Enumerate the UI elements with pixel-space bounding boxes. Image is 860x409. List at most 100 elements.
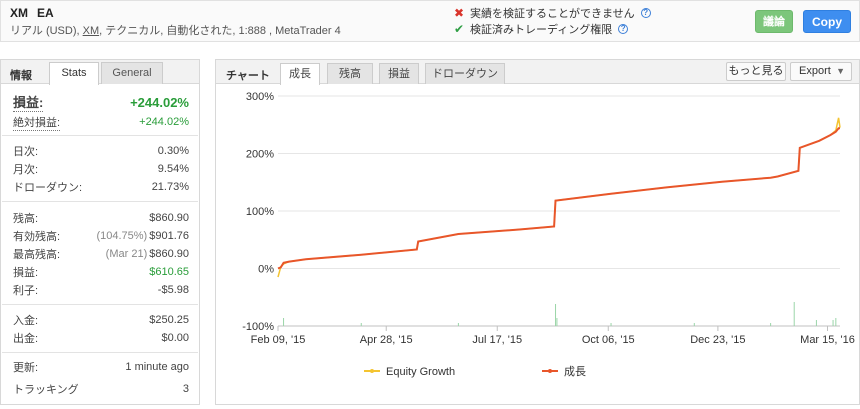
stat-gain: 損益: +244.02% xyxy=(13,92,189,112)
export-label: Export xyxy=(799,65,831,77)
stat-label: 更新: xyxy=(13,362,39,374)
account-name: XM xyxy=(10,6,28,20)
tab-general[interactable]: General xyxy=(101,62,163,84)
stat-label: 残高: xyxy=(13,213,39,225)
stat-label: 有効残高: xyxy=(13,231,61,243)
x-tick-label: Dec 23, '15 xyxy=(690,334,745,346)
stat-value: +244.02% xyxy=(139,116,189,128)
stat-value: 3 xyxy=(182,383,189,395)
divider xyxy=(2,201,198,202)
stat-value: $0.00 xyxy=(161,332,189,344)
chevron-down-icon: ▼ xyxy=(836,66,845,76)
growth-chart: 300% 200% 100% 0% -100% Feb 09, '15 Apr 28, '… xyxy=(242,91,855,378)
account-system-name: EA xyxy=(37,6,54,20)
stat-balance: 残高: $860.90 xyxy=(13,210,189,226)
stat-prefix: (Mar 21) xyxy=(105,248,148,260)
verification-status: ✖ 実績を検証することができません ? ✔ 検証済みトレーディング権限 ? xyxy=(453,5,651,37)
tab-drawdown[interactable]: ドローダウン xyxy=(425,63,505,84)
y-tick-label: 300% xyxy=(246,91,274,103)
divider xyxy=(2,352,198,353)
legend-label: Equity Growth xyxy=(386,366,455,378)
info-title: 情報 xyxy=(10,70,32,82)
stat-highest: 最高残高: (Mar 21) $860.90 xyxy=(13,246,189,262)
x-tick-label: Mar 15, '16 xyxy=(800,334,855,346)
stat-prefix: (104.75%) xyxy=(96,230,148,242)
track-record-label: 実績を検証することができません xyxy=(470,8,635,20)
discuss-button[interactable]: 議論 xyxy=(755,10,793,33)
legend-label: 成長 xyxy=(564,365,586,378)
stat-abs-gain: 絶対損益: +244.02% xyxy=(13,114,189,131)
legend-marker xyxy=(370,369,374,373)
y-tick-label: 0% xyxy=(258,264,274,276)
stat-value: $860.90 xyxy=(149,212,189,224)
tab-profit[interactable]: 損益 xyxy=(379,63,419,84)
check-icon: ✔ xyxy=(453,22,465,36)
stat-label: 損益: xyxy=(13,92,44,112)
stat-deposits: 入金: $250.25 xyxy=(13,312,189,328)
trading-privileges-label: 検証済みトレーディング権限 xyxy=(470,24,613,36)
stat-value: 21.73% xyxy=(151,181,189,193)
chart-panel: チャート 成長 残高 損益 ドローダウン もっと見る Export ▼ 300%… xyxy=(215,59,860,405)
stat-value: $610.65 xyxy=(149,266,189,278)
stat-label: ドローダウン: xyxy=(13,182,83,194)
stat-label: 月次: xyxy=(13,164,39,176)
account-details: , テクニカル, 自動化された, 1:888 , MetaTrader 4 xyxy=(99,25,341,37)
stat-label: 利子: xyxy=(13,285,39,297)
stat-value: -$5.98 xyxy=(157,284,189,296)
stat-tracking: トラッキング 3 xyxy=(13,381,189,397)
tab-balance[interactable]: 残高 xyxy=(327,63,373,84)
stats-panel: 情報 Stats General 損益: +244.02% 絶対損益: +244… xyxy=(0,59,200,405)
series-line-equity xyxy=(277,117,841,278)
stat-value: $250.25 xyxy=(149,314,189,326)
x-tick-label: Apr 28, '15 xyxy=(360,334,413,346)
stat-equity: 有効残高: (104.75%) $901.76 xyxy=(13,228,189,244)
help-icon[interactable]: ? xyxy=(618,24,629,34)
tab-growth[interactable]: 成長 xyxy=(280,63,320,85)
broker-link[interactable]: XM xyxy=(83,25,100,37)
stat-value: 0.30% xyxy=(157,145,189,157)
stat-value: $901.76 xyxy=(149,230,189,242)
stat-monthly: 月次: 9.54% xyxy=(13,161,189,177)
stat-drawdown: ドローダウン: 21.73% xyxy=(13,179,189,195)
stat-withdrawals: 出金: $0.00 xyxy=(13,330,189,346)
divider xyxy=(2,304,198,305)
stat-interest: 利子: -$5.98 xyxy=(13,282,189,298)
stat-label: 絶対損益: xyxy=(13,114,61,131)
x-tick-label: Jul 17, '15 xyxy=(472,334,522,346)
stat-value: 1 minute ago xyxy=(125,361,189,373)
chart-tabs: チャート 成長 残高 損益 ドローダウン もっと見る Export ▼ xyxy=(216,60,859,85)
divider xyxy=(2,135,198,136)
stat-label: 出金: xyxy=(13,333,39,345)
stat-updated: 更新: 1 minute ago xyxy=(13,359,189,375)
series-line-growth xyxy=(277,127,840,270)
account-type: リアル (USD), xyxy=(10,25,83,37)
stat-label: 最高残高: xyxy=(13,249,61,261)
stat-value: 9.54% xyxy=(157,163,189,175)
chart-title: チャート xyxy=(226,70,270,82)
stat-label: 入金: xyxy=(13,315,39,327)
account-header: XM EA リアル (USD), XM, テクニカル, 自動化された, 1:888… xyxy=(0,0,860,42)
y-tick-label: -100% xyxy=(242,321,274,333)
stat-label: トラッキング xyxy=(13,384,79,396)
export-dropdown[interactable]: Export ▼ xyxy=(790,62,852,81)
stat-profit: 損益: $610.65 xyxy=(13,264,189,280)
legend-marker xyxy=(548,369,552,373)
y-tick-label: 200% xyxy=(246,149,274,161)
stat-label: 日次: xyxy=(13,146,39,158)
stat-value: +244.02% xyxy=(130,94,189,110)
x-tick-label: Oct 06, '15 xyxy=(582,334,635,346)
track-record-status: ✖ 実績を検証することができません ? xyxy=(453,5,651,21)
stats-tabs: 情報 Stats General xyxy=(1,60,199,85)
stat-value: $860.90 xyxy=(149,248,189,260)
stat-label: 損益: xyxy=(13,267,39,279)
y-tick-label: 100% xyxy=(246,206,274,218)
copy-button[interactable]: Copy xyxy=(803,10,851,33)
account-subtitle: リアル (USD), XM, テクニカル, 自動化された, 1:888 , Me… xyxy=(10,22,341,38)
account-title: XM EA xyxy=(10,6,54,20)
trading-privileges-status: ✔ 検証済みトレーディング権限 ? xyxy=(453,21,651,37)
more-button[interactable]: もっと見る xyxy=(726,62,786,81)
tab-stats[interactable]: Stats xyxy=(49,62,99,85)
x-tick-label: Feb 09, '15 xyxy=(251,334,306,346)
stat-daily: 日次: 0.30% xyxy=(13,143,189,159)
help-icon[interactable]: ? xyxy=(640,8,651,18)
